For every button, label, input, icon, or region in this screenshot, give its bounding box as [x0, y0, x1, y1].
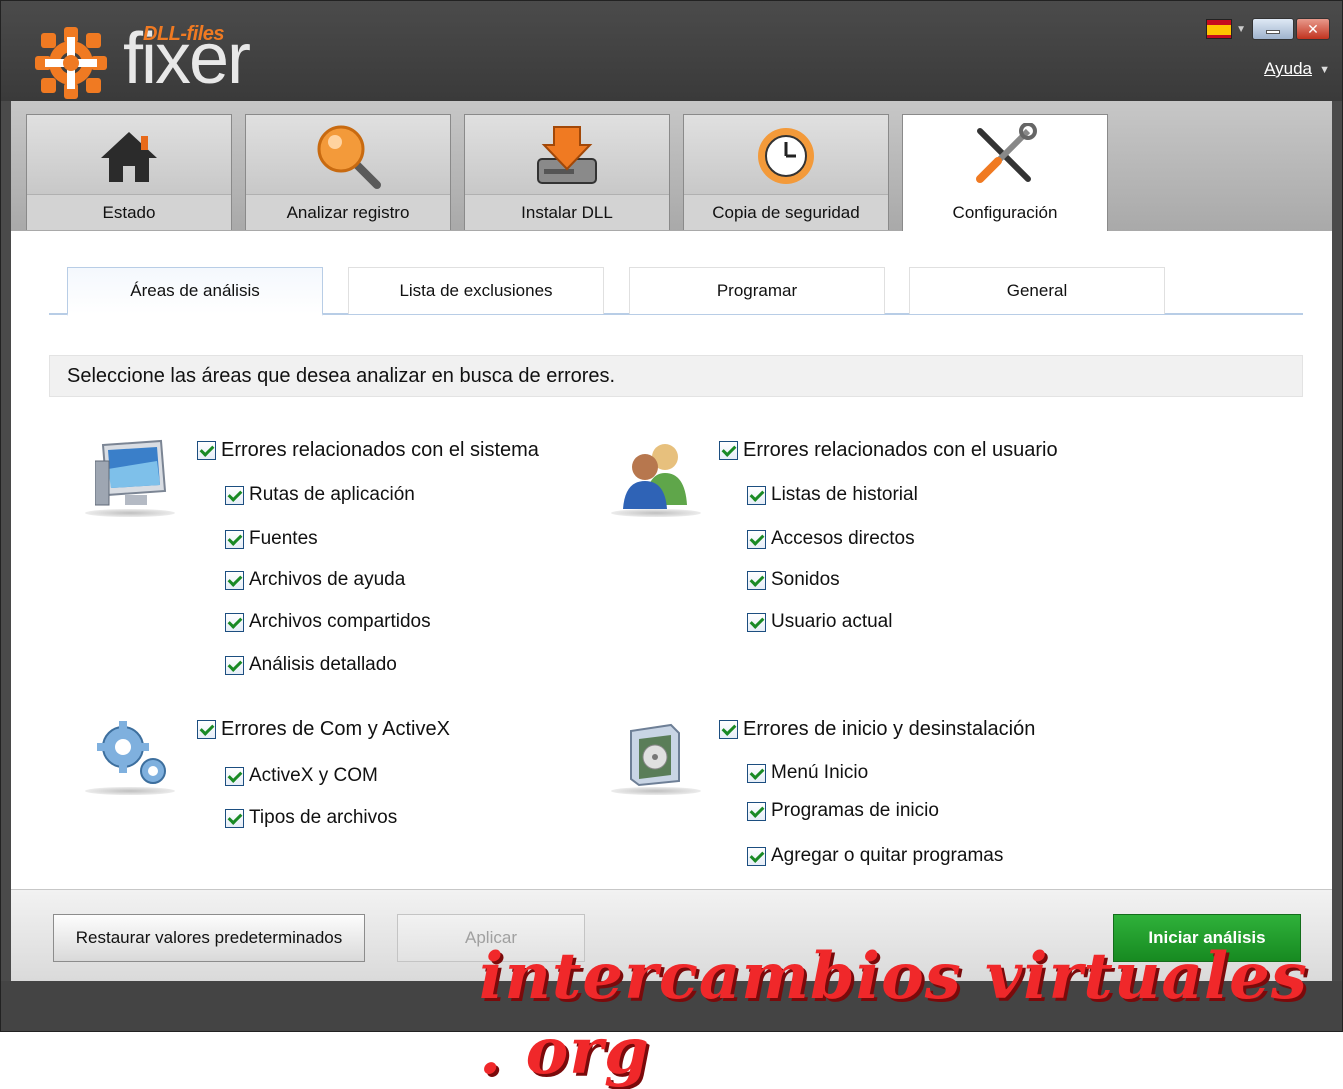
- checkbox-checked-icon: [225, 655, 244, 675]
- checkbox-label: Sonidos: [771, 569, 840, 590]
- checkbox-archivos-compartidos[interactable]: Archivos compartidos: [225, 611, 431, 633]
- checkbox-checked-icon: [747, 570, 766, 590]
- checkbox-fuentes[interactable]: Fuentes: [225, 528, 318, 550]
- tab-copia-de-seguridad[interactable]: Copia de seguridad: [683, 114, 889, 230]
- tab-label: Copia de seguridad: [684, 194, 888, 230]
- checkbox-label: Rutas de aplicación: [249, 484, 415, 505]
- subtab-programar[interactable]: Programar: [629, 267, 885, 314]
- checkbox-checked-icon: [719, 720, 738, 739]
- checkbox-checked-icon: [747, 763, 766, 783]
- minimize-icon: [1266, 30, 1280, 34]
- checkbox-checked-icon: [747, 801, 766, 821]
- gears-icon: [85, 721, 175, 795]
- checkbox-usuario-actual[interactable]: Usuario actual: [747, 611, 892, 633]
- checkbox-tipos-de-archivos[interactable]: Tipos de archivos: [225, 807, 397, 829]
- watermark-text: intercambios virtuales . org: [479, 939, 1308, 1089]
- checkbox-checked-icon: [225, 529, 244, 549]
- tab-label: Analizar registro: [246, 194, 450, 230]
- brand-dll-files: DLL-files: [143, 23, 225, 45]
- checkbox-label: Archivos de ayuda: [249, 569, 406, 590]
- checkbox-label: Análisis detallado: [249, 654, 397, 675]
- checkbox-user-errors[interactable]: Errores relacionados con el usuario: [719, 439, 1058, 462]
- checkbox-agregar-o-quitar-programas[interactable]: Agregar o quitar programas: [747, 845, 1003, 867]
- checkbox-checked-icon: [225, 485, 244, 505]
- tab-analizar-registro[interactable]: Analizar registro: [245, 114, 451, 230]
- checkbox-label: Usuario actual: [771, 611, 893, 632]
- monitor-icon: [85, 439, 175, 517]
- tab-estado[interactable]: Estado: [26, 114, 232, 230]
- language-dropdown-icon[interactable]: ▼: [1236, 24, 1246, 35]
- checkbox-label: Errores relacionados con el usuario: [743, 439, 1058, 461]
- restore-defaults-button[interactable]: Restaurar valores predeterminados: [53, 914, 365, 962]
- checkbox-label: Menú Inicio: [771, 762, 869, 783]
- checkbox-archivos-de-ayuda[interactable]: Archivos de ayuda: [225, 569, 405, 591]
- checkbox-checked-icon: [225, 766, 244, 786]
- checkbox-label: Programas de inicio: [771, 800, 939, 821]
- tab-label: Instalar DLL: [465, 194, 669, 230]
- checkbox-rutas-de-aplicacion[interactable]: Rutas de aplicación: [225, 484, 415, 506]
- download-drive-icon: [465, 121, 669, 191]
- checkbox-label: Errores relacionados con el sistema: [221, 439, 539, 461]
- checkbox-checked-icon: [197, 441, 216, 460]
- checkbox-checked-icon: [747, 485, 766, 505]
- checkbox-label: Errores de inicio y desinstalación: [743, 718, 1036, 740]
- title-bar: fixer DLL-files ▼ ✕ Ayuda ▼: [1, 1, 1342, 101]
- checkbox-checked-icon: [747, 529, 766, 549]
- checkbox-label: Fuentes: [249, 528, 318, 549]
- checkbox-label: Tipos de archivos: [249, 807, 398, 828]
- instructions-text: Seleccione las áreas que desea analizar …: [49, 355, 1303, 397]
- checkbox-programas-de-inicio[interactable]: Programas de inicio: [747, 800, 939, 822]
- checkbox-menu-inicio[interactable]: Menú Inicio: [747, 762, 868, 784]
- checkbox-label: Listas de historial: [771, 484, 918, 505]
- users-icon: [611, 439, 701, 517]
- checkbox-checked-icon: [747, 612, 766, 632]
- checkbox-label: Accesos directos: [771, 528, 915, 549]
- app-window: fixer DLL-files ▼ ✕ Ayuda ▼ Estado Anali…: [0, 0, 1343, 1089]
- checkbox-system-errors[interactable]: Errores relacionados con el sistema: [197, 439, 539, 462]
- settings-panel: Áreas de análisis Lista de exclusiones P…: [11, 231, 1332, 889]
- settings-subtabs: Áreas de análisis Lista de exclusiones P…: [49, 267, 1303, 316]
- checkbox-startup-uninstall-errors[interactable]: Errores de inicio y desinstalación: [719, 718, 1035, 741]
- checkbox-checked-icon: [225, 570, 244, 590]
- spain-flag-icon[interactable]: [1206, 19, 1233, 39]
- subtab-general[interactable]: General: [909, 267, 1165, 314]
- minimize-button[interactable]: [1252, 18, 1294, 40]
- checkbox-checked-icon: [197, 720, 216, 739]
- clock-backup-icon: [684, 121, 888, 191]
- checkbox-sonidos[interactable]: Sonidos: [747, 569, 840, 591]
- software-box-icon: [611, 721, 701, 795]
- checkbox-checked-icon: [747, 846, 766, 866]
- checkbox-label: Errores de Com y ActiveX: [221, 718, 450, 740]
- tab-label: Estado: [27, 194, 231, 230]
- logo-gear-icon: [35, 27, 107, 99]
- close-icon: ✕: [1307, 20, 1319, 37]
- checkbox-analisis-detallado[interactable]: Análisis detallado: [225, 654, 397, 676]
- checkbox-listas-de-historial[interactable]: Listas de historial: [747, 484, 918, 506]
- subtab-areas-de-analisis[interactable]: Áreas de análisis: [67, 267, 323, 316]
- checkbox-label: Agregar o quitar programas: [771, 845, 1004, 866]
- main-tabs: Estado Analizar registro Instalar DLL Co…: [11, 101, 1332, 231]
- checkbox-label: Archivos compartidos: [249, 611, 431, 632]
- checkbox-checked-icon: [719, 441, 738, 460]
- checkbox-checked-icon: [225, 612, 244, 632]
- checkbox-checked-icon: [225, 808, 244, 828]
- help-dropdown-icon[interactable]: ▼: [1319, 64, 1330, 76]
- checkbox-label: ActiveX y COM: [249, 765, 378, 786]
- close-button[interactable]: ✕: [1296, 18, 1330, 40]
- tab-instalar-dll[interactable]: Instalar DLL: [464, 114, 670, 230]
- app-logo: fixer DLL-files: [31, 15, 291, 101]
- subtab-lista-de-exclusiones[interactable]: Lista de exclusiones: [348, 267, 604, 314]
- checkbox-accesos-directos[interactable]: Accesos directos: [747, 528, 915, 550]
- checkbox-com-activex-errors[interactable]: Errores de Com y ActiveX: [197, 718, 450, 741]
- window-controls: ▼ ✕: [1206, 17, 1330, 41]
- tools-icon: [903, 121, 1107, 191]
- home-icon: [27, 121, 231, 191]
- tab-label: Configuración: [903, 195, 1107, 231]
- tab-configuracion[interactable]: Configuración: [902, 114, 1108, 231]
- magnifier-icon: [246, 121, 450, 191]
- help-menu[interactable]: Ayuda: [1264, 59, 1312, 79]
- checkbox-activex-y-com[interactable]: ActiveX y COM: [225, 765, 378, 787]
